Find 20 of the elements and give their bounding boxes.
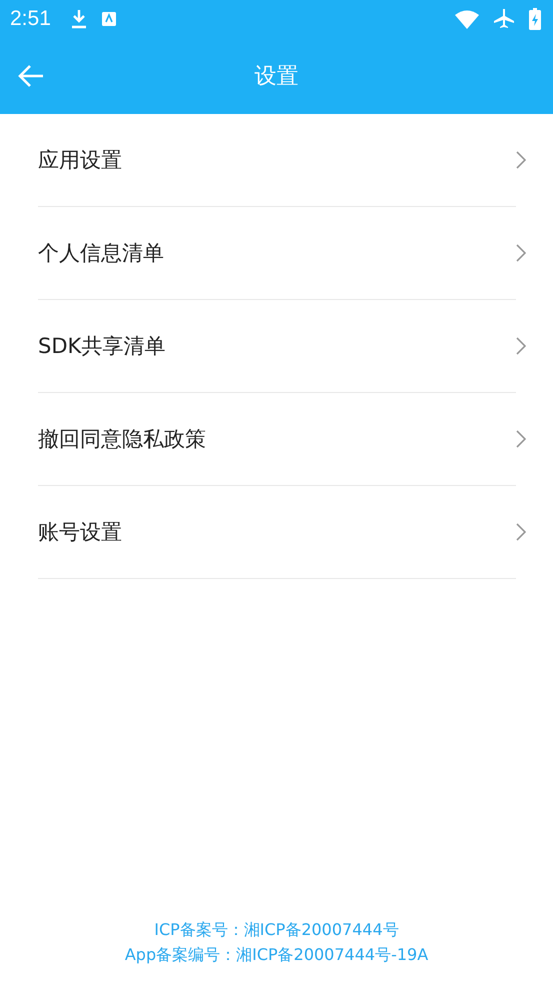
menu-item[interactable]: 个人信息清单 [38, 207, 516, 300]
menu-item[interactable]: 应用设置 [38, 114, 516, 207]
footer-text: ICP备案号：湘ICP备20007444号 [153, 919, 400, 941]
airplane-icon [493, 8, 515, 30]
chevron-right-icon [516, 430, 526, 448]
chevron-right-icon [516, 337, 526, 355]
menu-item[interactable]: SDK共享清单 [38, 300, 516, 393]
download-icon [70, 9, 87, 29]
page-title: 设置 [254, 63, 298, 91]
wifi-icon [455, 10, 479, 28]
footer-text: App备案编号：湘ICP备20007444号-19A [124, 944, 430, 966]
app-notification-icon [100, 11, 117, 27]
chevron-right-icon [516, 151, 526, 169]
chevron-right-icon [516, 523, 526, 541]
back-arrow-icon[interactable] [18, 64, 44, 88]
menu-item[interactable]: 账号设置 [38, 486, 516, 579]
battery-icon [529, 8, 541, 30]
chevron-right-icon [516, 244, 526, 262]
status-time: 2:51 [10, 7, 51, 31]
menu-item[interactable]: 撤回同意隐私政策 [38, 393, 516, 486]
